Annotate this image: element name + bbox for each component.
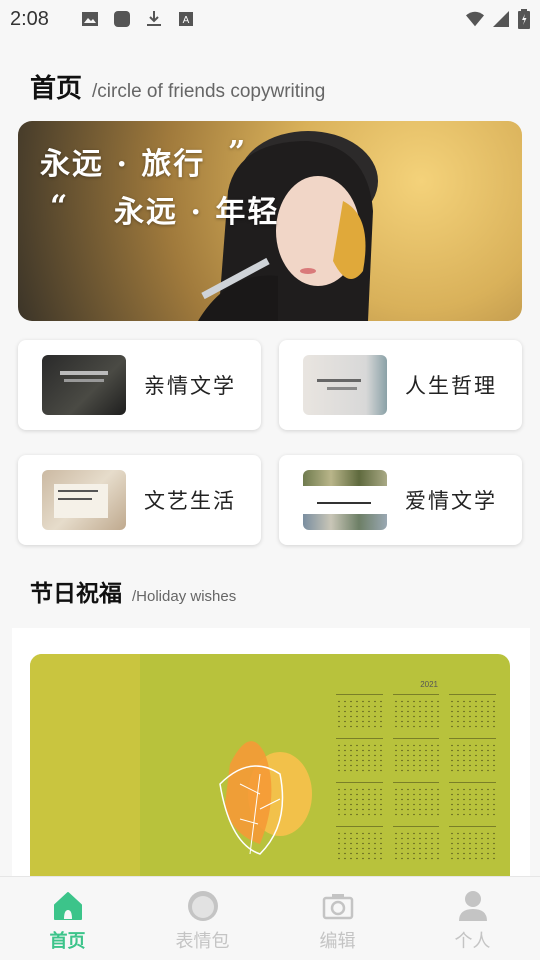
calendar-month	[392, 826, 440, 860]
status-time: 2:08	[10, 7, 49, 30]
app-icon	[113, 11, 130, 27]
home-subtitle: /circle of friends copywriting	[92, 81, 326, 102]
nav-item-profile[interactable]: 个人	[405, 877, 540, 960]
nav-label-home: 首页	[49, 931, 86, 952]
calendar-year: 2021	[420, 680, 438, 689]
svg-text:A: A	[183, 15, 190, 26]
calendar-month	[392, 738, 440, 772]
calendar-month	[449, 826, 496, 860]
signal-icon	[493, 11, 509, 27]
status-bar: 2:08 A	[0, 0, 540, 38]
emoji-icon	[187, 891, 218, 921]
home-title: 首页	[30, 74, 83, 104]
calendar-month	[336, 782, 383, 816]
calendar-month	[336, 826, 383, 860]
person-icon	[458, 891, 487, 921]
camera-icon	[322, 894, 353, 920]
category-card-arts[interactable]: 文艺生活	[18, 455, 261, 545]
category-thumb-philosophy	[303, 355, 387, 415]
holiday-section-header: 节日祝福 /Holiday wishes	[30, 574, 236, 608]
category-card-family[interactable]: 亲情文学	[18, 340, 261, 430]
holiday-subtitle: /Holiday wishes	[132, 588, 237, 605]
holiday-panel: 2021	[12, 628, 530, 894]
nav-item-home[interactable]: 首页	[0, 877, 135, 960]
category-card-philosophy[interactable]: 人生哲理	[279, 340, 522, 430]
category-thumb-love	[303, 470, 387, 530]
font-icon: A	[178, 12, 193, 26]
bottom-nav: 首页 表情包 编辑 个人	[0, 876, 540, 960]
nav-label-profile: 个人	[454, 931, 491, 952]
calendar-month	[449, 694, 496, 728]
calendar-month	[392, 782, 440, 816]
banner-line-1: 永远 · 旅行	[40, 147, 206, 182]
holiday-title: 节日祝福	[30, 581, 122, 607]
calendar-month	[392, 694, 440, 728]
image-icon	[81, 12, 98, 26]
calendar-month	[449, 782, 496, 816]
category-label-family: 亲情文学	[144, 374, 236, 398]
home-section-header: 首页 /circle of friends copywriting	[30, 68, 325, 105]
category-thumb-arts	[42, 470, 126, 530]
category-label-arts: 文艺生活	[144, 489, 236, 513]
banner-quote-close: ”	[228, 135, 246, 170]
nav-label-edit: 编辑	[319, 931, 356, 952]
home-icon	[53, 892, 82, 920]
download-icon	[146, 11, 161, 26]
nav-item-emoji[interactable]: 表情包	[135, 877, 270, 960]
calendar-month	[449, 738, 496, 772]
category-thumb-family	[42, 355, 126, 415]
calendar-month-grid	[336, 694, 496, 860]
calendar-month	[336, 738, 383, 772]
category-label-philosophy: 人生哲理	[405, 374, 497, 398]
featured-banner[interactable]: 永远 · 旅行 ” “ 永远 · 年轻	[18, 121, 522, 321]
calendar-month	[336, 694, 383, 728]
category-label-love: 爱情文学	[405, 489, 497, 513]
category-card-love[interactable]: 爱情文学	[279, 455, 522, 545]
nav-item-edit[interactable]: 编辑	[270, 877, 405, 960]
banner-line-2: 永远 · 年轻	[114, 195, 280, 230]
wifi-icon	[466, 11, 484, 27]
banner-quote-open: “	[50, 189, 68, 224]
battery-icon	[518, 9, 530, 29]
calendar-side-band	[30, 654, 140, 894]
holiday-calendar-card[interactable]: 2021	[30, 654, 510, 894]
nav-label-emoji: 表情包	[175, 931, 230, 952]
leaf-illustration	[219, 741, 312, 855]
